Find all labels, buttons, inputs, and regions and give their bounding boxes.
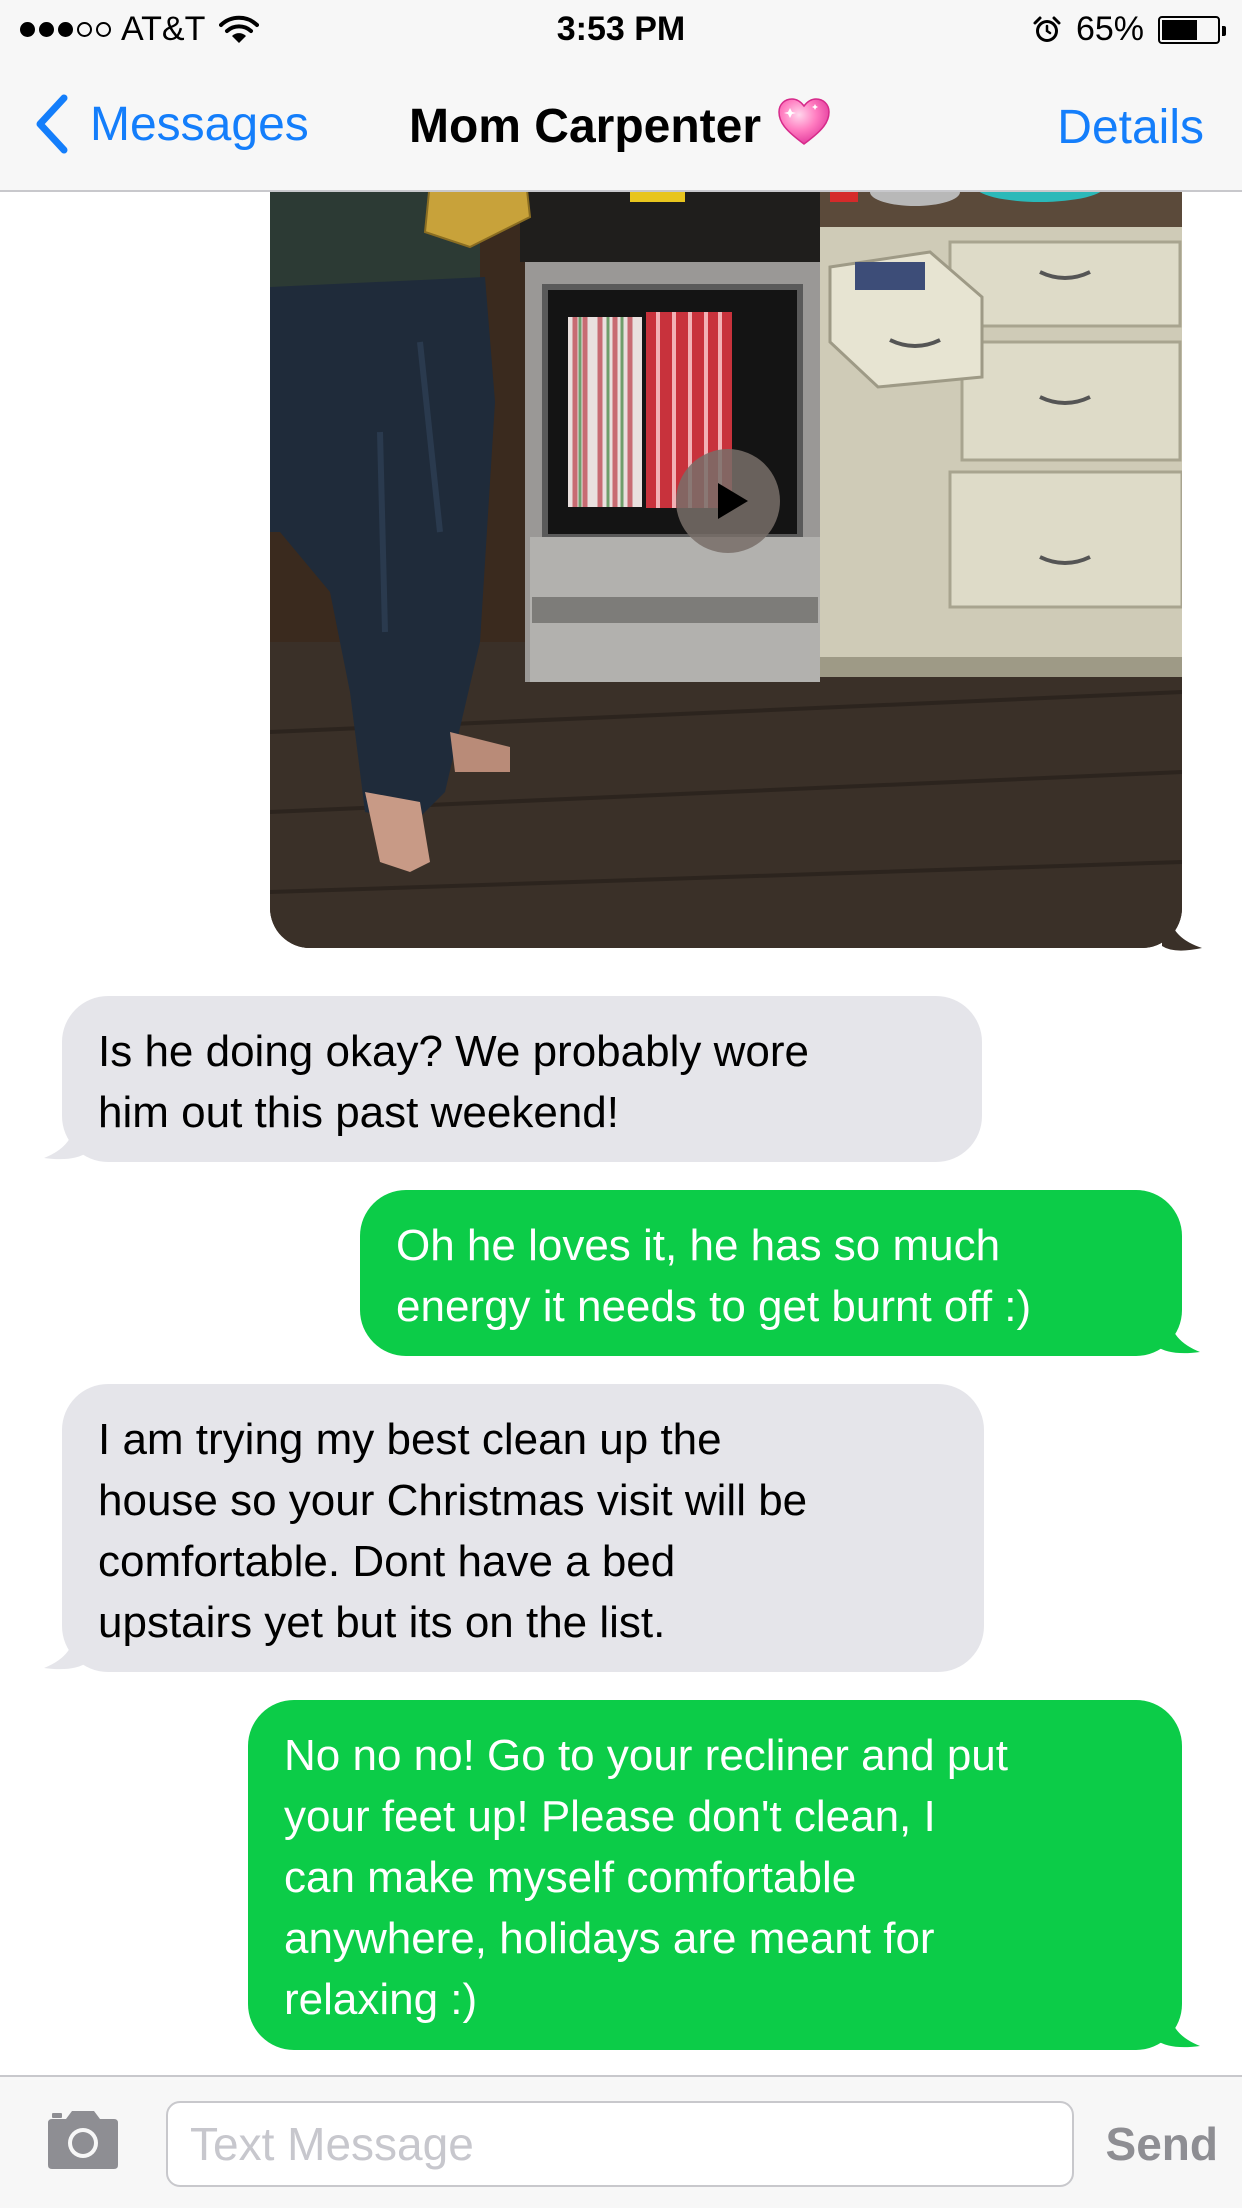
contact-name: Mom Carpenter (408, 100, 762, 153)
message-text-line: No no no! Go to your recliner and put (284, 1731, 1008, 1780)
status-bar: AT&T 3:53 PM 65% (0, 0, 1242, 62)
conversation-title[interactable]: Mom Carpenter (0, 96, 1242, 154)
outgoing-message[interactable]: Oh he loves it, he has so much energy it… (360, 1190, 1182, 1356)
outgoing-message[interactable]: No no no! Go to your recliner and put yo… (248, 1700, 1182, 2050)
battery-nub (1222, 25, 1226, 36)
battery-percentage: 65% (1075, 10, 1144, 48)
message-text-line: Is he doing okay? We probably wore (98, 1027, 809, 1076)
message-text-line: comfortable. Dont have a bed (98, 1537, 676, 1586)
incoming-bubble-tail (44, 1632, 88, 1670)
camera-icon[interactable] (44, 2109, 122, 2171)
status-right: 65% (1032, 10, 1226, 49)
incoming-message[interactable]: I am trying my best clean up the house s… (62, 1384, 984, 1672)
play-video-button[interactable] (676, 449, 780, 553)
send-button[interactable]: Send (1106, 2117, 1218, 2171)
message-text-line: energy it needs to get burnt off :) (396, 1282, 1032, 1331)
message-input-bar: Send (0, 2075, 1242, 2208)
outgoing-bubble-tail (1162, 916, 1202, 951)
video-message[interactable] (270, 192, 1182, 948)
sparkling-heart-icon (778, 98, 830, 145)
message-text-line: anywhere, holidays are meant for (284, 1914, 935, 1963)
outgoing-bubble-tail (1156, 1316, 1200, 1354)
message-text-line: relaxing :) (284, 1975, 478, 2024)
message-text-line: him out this past weekend! (98, 1088, 619, 1137)
message-text-line: upstairs yet but its on the list. (98, 1598, 666, 1647)
alarm-icon (1033, 16, 1061, 42)
message-text-line: your feet up! Please don't clean, I (284, 1792, 936, 1841)
details-button[interactable]: Details (1057, 100, 1204, 155)
video-thumbnail (270, 192, 1182, 948)
battery-icon (1158, 15, 1226, 44)
message-text-line: can make myself comfortable (284, 1853, 857, 1902)
incoming-message[interactable]: Is he doing okay? We probably wore him o… (62, 996, 982, 1162)
outgoing-bubble-tail (1156, 2010, 1200, 2048)
text-message-input[interactable] (166, 2101, 1074, 2187)
battery-level (1162, 19, 1197, 40)
incoming-bubble-tail (44, 1122, 88, 1160)
navigation-bar: Messages Mom Carpenter Details (0, 62, 1242, 192)
message-text-line: I am trying my best clean up the (98, 1415, 722, 1464)
message-text-line: house so your Christmas visit will be (98, 1476, 808, 1525)
message-text-line: Oh he loves it, he has so much (396, 1221, 1001, 1270)
play-icon (718, 483, 748, 519)
conversation-thread[interactable]: Is he doing okay? We probably wore him o… (0, 192, 1242, 2075)
